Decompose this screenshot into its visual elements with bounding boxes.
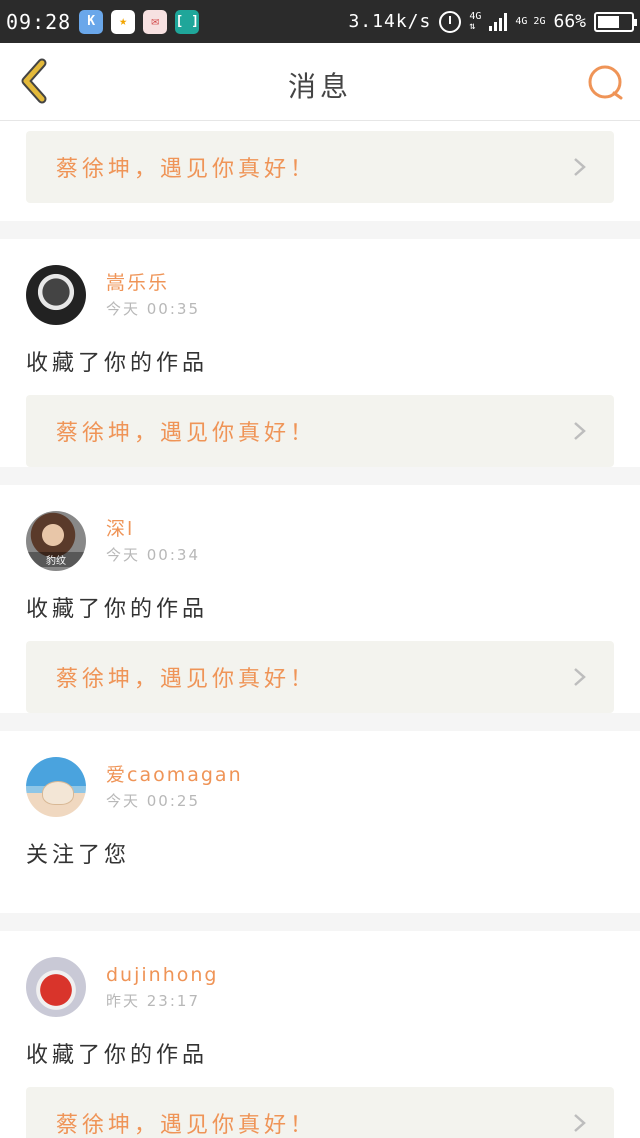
battery-icon: [594, 11, 637, 32]
username[interactable]: 嵩乐乐: [106, 270, 200, 296]
message-card: 爱caomagan 今天 00:25 关注了您: [0, 731, 640, 913]
avatar[interactable]: 豹纹: [26, 511, 86, 571]
alarm-icon: [439, 10, 462, 33]
work-link-text: 蔡徐坤，遇见你真好！: [56, 1113, 317, 1138]
signal-icon: [489, 12, 508, 31]
chevron-right-icon: [574, 158, 586, 176]
search-icon[interactable]: [584, 61, 626, 103]
avatar[interactable]: [26, 757, 86, 817]
message-action: 收藏了你的作品: [26, 597, 209, 622]
message-card: 蔡徐坤，遇见你真好！: [0, 121, 640, 221]
message-card: 嵩乐乐 今天 00:35 收藏了你的作品 蔡徐坤，遇见你真好！: [0, 239, 640, 467]
star-app-icon: ★: [111, 9, 136, 34]
avatar-caption: 豹纹: [26, 552, 86, 567]
username[interactable]: 爱caomagan: [106, 762, 243, 788]
network-speed: 3.14k/s: [348, 11, 432, 32]
work-link-text: 蔡徐坤，遇见你真好！: [56, 421, 317, 446]
username[interactable]: dujinhong: [106, 962, 218, 988]
mail-app-icon: ✉: [143, 9, 168, 34]
message-action: 收藏了你的作品: [26, 351, 209, 376]
chevron-right-icon: [574, 422, 586, 440]
avatar[interactable]: [26, 265, 86, 325]
message-action: 收藏了你的作品: [26, 1043, 209, 1068]
scan-app-icon: [ ]: [175, 9, 200, 34]
work-link[interactable]: 蔡徐坤，遇见你真好！: [26, 1087, 614, 1138]
network-type-4g: 4G ⇅: [469, 10, 482, 32]
message-action: 关注了您: [26, 843, 131, 868]
page-title: 消息: [287, 70, 352, 103]
chevron-right-icon: [574, 1114, 586, 1132]
message-time: 今天 00:35: [106, 300, 200, 318]
network-type-4g-2g: 4G 2G: [515, 15, 546, 27]
message-list: 蔡徐坤，遇见你真好！ 嵩乐乐 今天 00:35 收藏了你的作品 蔡徐坤，遇见你真…: [0, 121, 640, 1138]
status-time: 09:28: [6, 9, 72, 34]
work-link-text: 蔡徐坤，遇见你真好！: [56, 667, 317, 692]
work-link-text: 蔡徐坤，遇见你真好！: [56, 157, 317, 182]
chevron-right-icon: [574, 668, 586, 686]
work-link[interactable]: 蔡徐坤，遇见你真好！: [26, 395, 614, 467]
work-link[interactable]: 蔡徐坤，遇见你真好！: [26, 641, 614, 713]
message-card: 豹纹 深l 今天 00:34 收藏了你的作品 蔡徐坤，遇见你真好！: [0, 485, 640, 713]
battery-percent: 66%: [553, 11, 586, 32]
message-card: dujinhong 昨天 23:17 收藏了你的作品 蔡徐坤，遇见你真好！: [0, 931, 640, 1138]
kuaishou-app-icon: K: [79, 9, 104, 34]
work-link[interactable]: 蔡徐坤，遇见你真好！: [26, 131, 614, 203]
header: 消息: [0, 43, 640, 121]
status-bar: 09:28 K ★ ✉ [ ] 3.14k/s 4G ⇅ 4G 2G 66%: [0, 0, 640, 43]
message-time: 今天 00:34: [106, 546, 200, 564]
message-time: 今天 00:25: [106, 792, 200, 810]
avatar[interactable]: [26, 957, 86, 1017]
message-time: 昨天 23:17: [106, 992, 200, 1010]
username[interactable]: 深l: [106, 516, 200, 542]
